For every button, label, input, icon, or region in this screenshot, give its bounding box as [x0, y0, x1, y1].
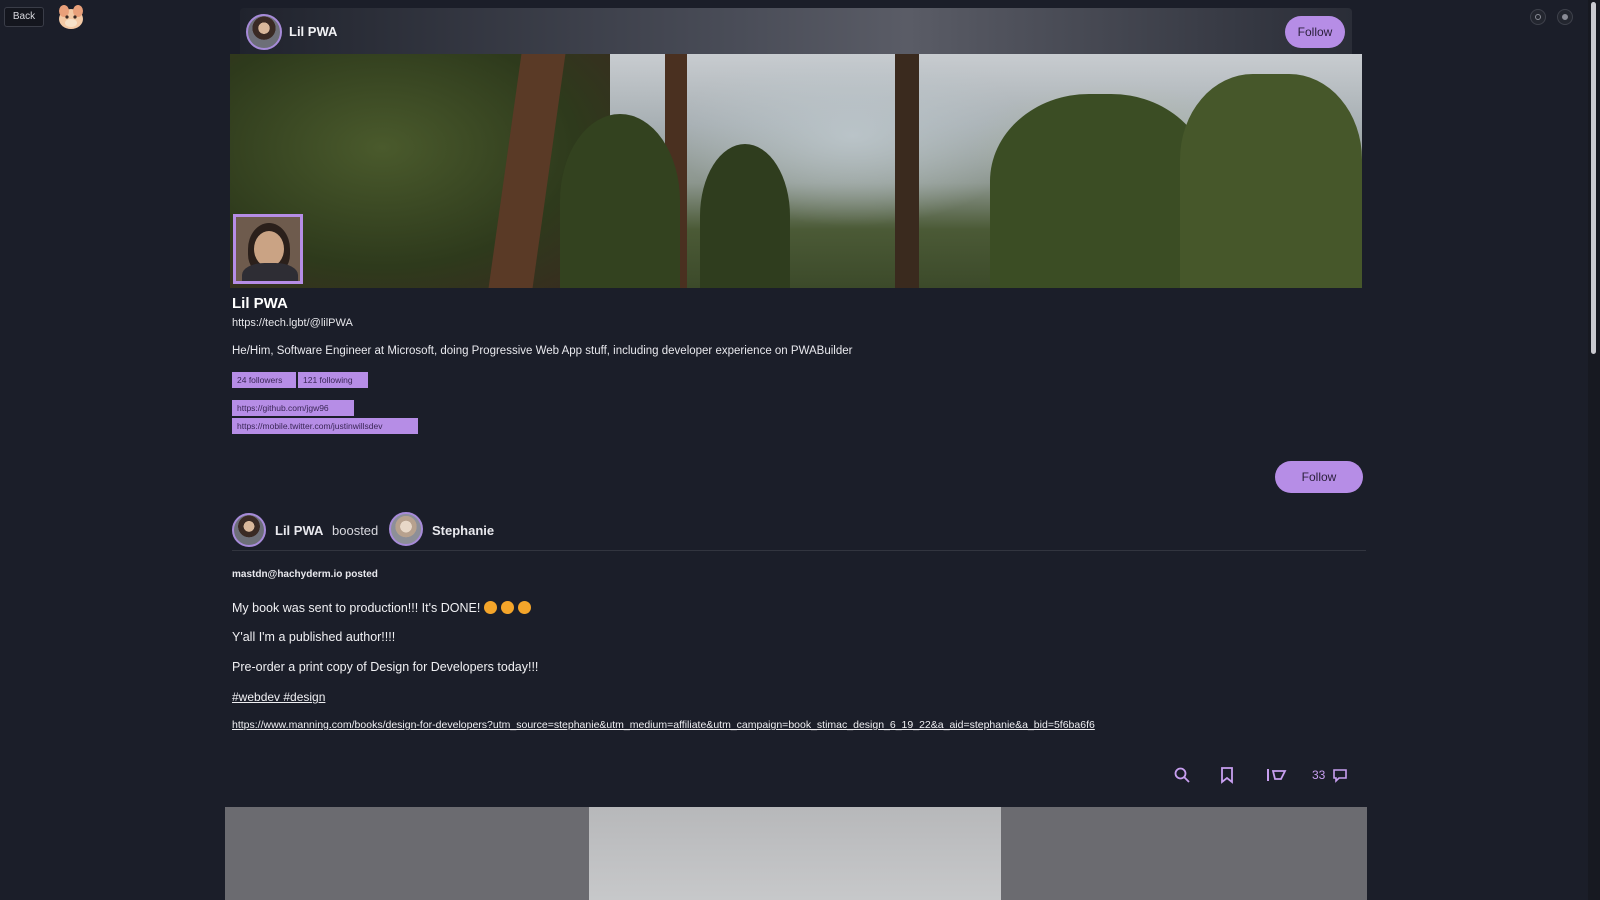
booster-name[interactable]: Lil PWA — [275, 523, 323, 538]
author-avatar[interactable] — [389, 512, 423, 546]
header-avatar[interactable] — [246, 14, 282, 50]
settings-icon[interactable] — [1530, 9, 1546, 25]
following-count-button[interactable]: 121 following — [298, 372, 368, 388]
post-source-line: mastdn@hachyderm.io posted — [232, 569, 378, 580]
post-text-line: My book was sent to production!!! It's D… — [232, 601, 532, 615]
followers-count-button[interactable]: 24 followers — [232, 372, 296, 388]
author-name[interactable]: Stephanie — [432, 523, 494, 538]
search-icon[interactable] — [1173, 766, 1191, 784]
post-hashtags[interactable]: #webdev #design — [232, 690, 325, 704]
scrollbar-thumb[interactable] — [1591, 2, 1596, 354]
profile-bio: He/Him, Software Engineer at Microsoft, … — [232, 345, 853, 357]
smiling-emoji-icon — [518, 601, 532, 614]
profile-display-name: Lil PWA — [232, 295, 288, 312]
smiling-emoji-icon — [501, 601, 515, 614]
post-media-photo — [589, 807, 1001, 900]
account-icon[interactable] — [1557, 9, 1573, 25]
boost-icon[interactable] — [1265, 766, 1289, 784]
profile-sticky-header — [240, 8, 1352, 54]
post-text: My book was sent to production!!! It's D… — [232, 601, 481, 615]
profile-banner-image — [230, 54, 1362, 288]
post-divider — [232, 550, 1366, 551]
boost-verb-label: boosted — [332, 523, 379, 538]
reply-button[interactable]: 33 — [1312, 766, 1350, 784]
header-follow-button[interactable]: Follow — [1285, 16, 1345, 48]
booster-avatar[interactable] — [232, 513, 266, 547]
reply-count: 33 — [1312, 768, 1326, 782]
header-display-name: Lil PWA — [289, 24, 338, 39]
reply-icon — [1333, 769, 1347, 783]
bookmark-icon[interactable] — [1218, 766, 1236, 784]
back-button[interactable]: Back — [4, 7, 44, 27]
post-text-line: Y'all I'm a published author!!!! — [232, 630, 396, 644]
follow-button[interactable]: Follow — [1275, 461, 1363, 493]
post-media-image[interactable] — [225, 807, 1367, 900]
app-logo-icon[interactable] — [56, 3, 86, 31]
profile-avatar[interactable] — [233, 214, 303, 284]
smiling-emoji-icon — [484, 601, 498, 614]
post-link[interactable]: https://www.manning.com/books/design-for… — [232, 719, 1095, 731]
profile-link[interactable]: https://github.com/jgw96 — [232, 400, 354, 416]
profile-handle-url[interactable]: https://tech.lgbt/@lilPWA — [232, 317, 353, 329]
post-text-line: Pre-order a print copy of Design for Dev… — [232, 660, 539, 674]
profile-link[interactable]: https://mobile.twitter.com/justinwillsde… — [232, 418, 418, 434]
